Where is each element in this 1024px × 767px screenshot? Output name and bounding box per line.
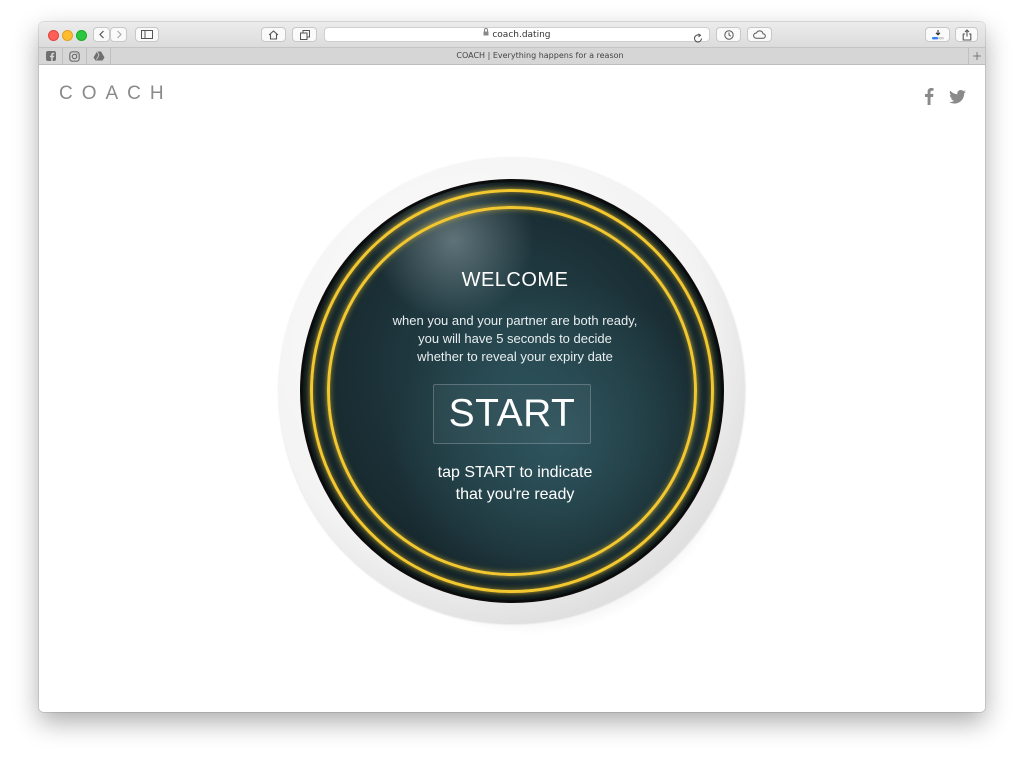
back-button[interactable]: [93, 27, 110, 42]
share-icon: [962, 28, 971, 41]
minimize-window-button[interactable]: [62, 30, 73, 41]
lock-icon: [483, 28, 489, 41]
tap-hint-line-1: tap START to indicate: [437, 464, 593, 481]
facebook-link[interactable]: [924, 87, 934, 109]
instructions-line-2: you will have 5 seconds to decide: [418, 331, 612, 346]
disc-face: WELCOME when you and your partner are bo…: [300, 179, 724, 603]
history-button[interactable]: [716, 27, 741, 42]
icloud-button[interactable]: [747, 27, 772, 42]
start-button[interactable]: START: [433, 384, 591, 444]
clock-icon: [723, 29, 734, 40]
tap-hint-line-2: that you're ready: [455, 486, 575, 503]
browser-window: coach.dating COACH | Everything happens …: [39, 22, 985, 712]
chevron-right-icon: [116, 30, 122, 39]
browser-toolbar: coach.dating: [39, 22, 985, 48]
active-tab-title[interactable]: COACH | Everything happens for a reason: [113, 48, 967, 64]
instructions-text: when you and your partner are both ready…: [343, 312, 687, 366]
forward-button[interactable]: [110, 27, 127, 42]
disc-text: WELCOME when you and your partner are bo…: [303, 182, 727, 606]
chevron-left-icon: [98, 30, 104, 39]
reload-icon[interactable]: [693, 29, 703, 48]
sidebar-icon: [141, 30, 153, 39]
url-text: coach.dating: [492, 30, 551, 40]
tabs-icon: [299, 29, 310, 40]
new-tab-button[interactable]: +: [968, 48, 985, 64]
tabs-overview-button[interactable]: [292, 27, 317, 42]
share-button[interactable]: [955, 27, 978, 42]
cloud-icon: [753, 30, 766, 39]
address-bar[interactable]: coach.dating: [324, 27, 710, 43]
pinned-tab-instagram[interactable]: [63, 48, 87, 64]
tap-hint-text: tap START to indicate that you're ready: [333, 462, 697, 506]
sidebar-button[interactable]: [135, 27, 159, 42]
pinned-tab-drive[interactable]: [87, 48, 111, 64]
zoom-window-button[interactable]: [76, 30, 87, 41]
instructions-line-3: whether to reveal your expiry date: [417, 349, 613, 364]
facebook-icon: [45, 51, 56, 61]
welcome-heading: WELCOME: [461, 269, 569, 291]
page-content: COACH WELCOME when you and your partner …: [39, 65, 985, 712]
home-icon: [268, 29, 279, 40]
home-button[interactable]: [261, 27, 286, 42]
twitter-icon: [949, 90, 966, 104]
downloads-button[interactable]: [925, 27, 950, 42]
twitter-link[interactable]: [949, 89, 966, 108]
start-disc: WELCOME when you and your partner are bo…: [279, 157, 745, 637]
close-window-button[interactable]: [48, 30, 59, 41]
tab-bar: COACH | Everything happens for a reason …: [39, 48, 985, 65]
facebook-icon: [925, 88, 934, 105]
download-progress-fill: [931, 36, 938, 39]
drive-icon: [93, 51, 104, 61]
instructions-line-1: when you and your partner are both ready…: [392, 313, 638, 328]
pinned-tab-facebook[interactable]: [39, 48, 63, 64]
download-icon: [931, 29, 944, 39]
instagram-icon: [69, 50, 80, 62]
coach-logo[interactable]: COACH: [59, 83, 173, 105]
